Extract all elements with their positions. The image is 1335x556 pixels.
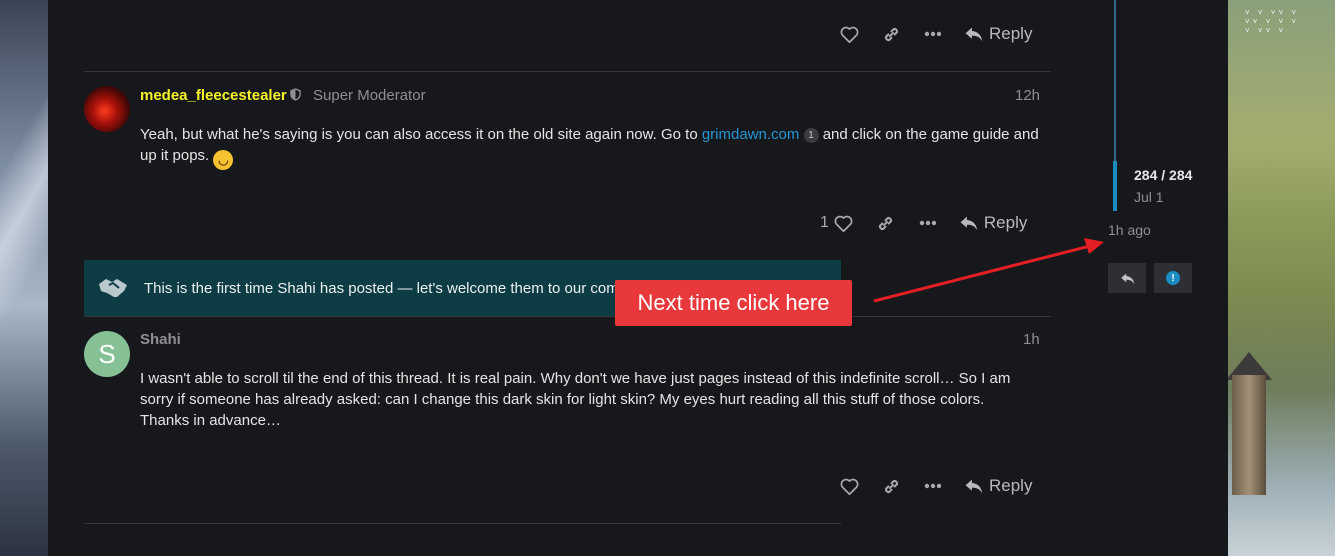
reply-button[interactable]: Reply	[954, 19, 1042, 49]
callout-text: Next time click here	[637, 290, 830, 315]
user-title: Super Moderator	[313, 87, 426, 104]
post-body: I wasn't able to scroll til the end of t…	[140, 368, 1060, 431]
timeline-last-activity[interactable]: 1h ago	[1108, 222, 1151, 238]
avatar[interactable]	[84, 86, 130, 132]
grin-emoji-icon: ◡	[213, 150, 234, 170]
post-divider	[84, 71, 1051, 72]
heart-icon[interactable]	[823, 208, 865, 238]
post-text: Yeah, but what he's saying is you can al…	[140, 126, 698, 143]
post-actions: 1 Reply	[820, 208, 1037, 238]
reply-label: Reply	[983, 213, 1028, 232]
timeline-scroll-handle[interactable]	[1113, 161, 1117, 211]
background-birds: ˅ ˅ ˅˅ ˅ ˅˅ ˅ ˅ ˅ ˅ ˅˅ ˅	[1245, 8, 1300, 35]
heart-icon[interactable]	[828, 471, 870, 501]
post-text: Thanks in advance…	[140, 412, 281, 429]
post-actions: Reply	[828, 471, 1042, 501]
reply-icon	[965, 27, 983, 42]
post-text: sorry if someone has already asked: can …	[140, 391, 985, 408]
timeline-notifications-button[interactable]: !	[1154, 263, 1192, 293]
reply-icon	[1120, 273, 1134, 284]
timeline-position: 284 / 284	[1134, 167, 1193, 183]
post-link[interactable]: grimdawn.com	[702, 126, 800, 143]
info-icon: !	[1166, 271, 1180, 285]
post-date[interactable]: 1h	[1023, 331, 1040, 348]
timeline-date: Jul 1	[1134, 189, 1164, 205]
ellipsis-icon[interactable]	[912, 471, 954, 501]
link-icon[interactable]	[870, 19, 912, 49]
handshake-icon	[88, 276, 138, 300]
post-date[interactable]: 12h	[1015, 87, 1040, 104]
post-divider	[84, 523, 841, 524]
reply-button[interactable]: Reply	[949, 208, 1037, 238]
post-username[interactable]: Shahi	[140, 331, 181, 348]
avatar-letter: S	[98, 338, 116, 369]
link-icon[interactable]	[865, 208, 907, 238]
timeline-reply-button[interactable]	[1108, 263, 1146, 293]
annotation-callout: Next time click here	[615, 280, 852, 326]
reply-label: Reply	[989, 476, 1033, 495]
background-tower	[1232, 375, 1266, 495]
shield-icon	[290, 88, 301, 106]
background-art-left	[0, 0, 48, 556]
reply-icon	[960, 216, 978, 231]
reply-icon	[965, 479, 983, 494]
post-text: up it pops.	[140, 147, 210, 164]
ellipsis-icon[interactable]	[912, 19, 954, 49]
post-text: and click on the game guide and	[822, 126, 1039, 143]
notice-text: This is the first time Shahi has posted …	[144, 279, 619, 297]
link-icon[interactable]	[870, 471, 912, 501]
post-username[interactable]: medea_fleecestealer	[140, 87, 287, 104]
post-divider	[84, 316, 1051, 317]
post-actions-previous: Reply	[828, 19, 1042, 49]
link-click-count-badge: 1	[803, 128, 819, 143]
post-text: I wasn't able to scroll til the end of t…	[140, 370, 1011, 387]
reply-label: Reply	[989, 24, 1033, 43]
post-body: Yeah, but what he's saying is you can al…	[140, 124, 1060, 170]
heart-icon[interactable]	[828, 19, 870, 49]
ellipsis-icon[interactable]	[907, 208, 949, 238]
avatar[interactable]: S	[84, 331, 130, 377]
reply-button[interactable]: Reply	[954, 471, 1042, 501]
